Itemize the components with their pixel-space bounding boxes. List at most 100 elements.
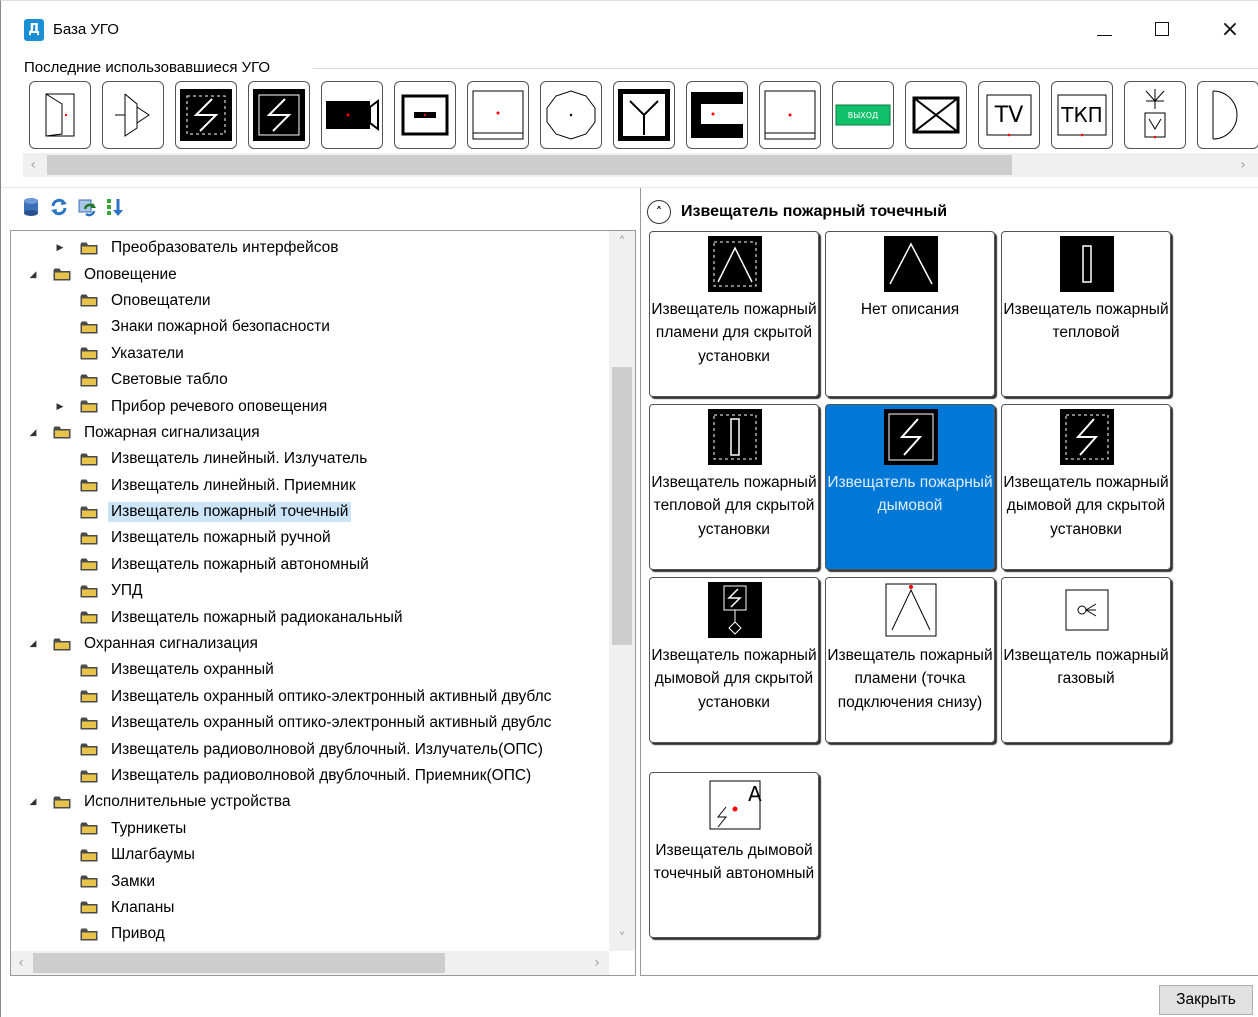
recent-horizontal-scrollbar[interactable]: ‹ ›: [23, 153, 1258, 177]
scroll-left-icon[interactable]: ‹: [23, 153, 43, 177]
symbol-tile[interactable]: Извещатель пожарный тепловой: [1001, 231, 1171, 397]
tree-scroll-right-icon[interactable]: ›: [587, 951, 607, 975]
recent-scroll-thumb[interactable]: [47, 155, 1012, 175]
minimize-button[interactable]: [1081, 11, 1127, 47]
folder-icon: [53, 796, 71, 809]
recent-circle-symbol[interactable]: [540, 81, 602, 149]
tree-item[interactable]: Турникеты: [11, 816, 609, 842]
collapse-icon[interactable]: ◢: [27, 428, 39, 438]
tree-item-selected[interactable]: Извещатель пожарный точечный: [11, 499, 609, 525]
symbol-tile[interactable]: Извещатель пожарный дымовой для скрытой …: [649, 577, 819, 743]
symbol-tile[interactable]: Извещатель пожарный дымовой для скрытой …: [1001, 404, 1171, 570]
tree-item-label: Световые табло: [111, 371, 228, 389]
symbol-tile[interactable]: Нет описания: [825, 231, 995, 397]
tree-item[interactable]: ▶ Прибор речевого оповещения: [11, 393, 609, 419]
tree-item[interactable]: УПД: [11, 578, 609, 604]
folder-icon: [80, 374, 98, 387]
gallery-group-header[interactable]: ˄ Извещатель пожарный точечный: [647, 200, 947, 224]
recent-door-arrow-symbol[interactable]: [102, 81, 164, 149]
tree-item[interactable]: Извещатель охранный оптико-электронный а…: [11, 684, 609, 710]
collapse-icon[interactable]: ◢: [27, 797, 39, 807]
recent-black-bar-symbol[interactable]: [394, 81, 456, 149]
scroll-right-icon[interactable]: ›: [1233, 153, 1253, 177]
tree-item[interactable]: Извещатель пожарный автономный: [11, 552, 609, 578]
symbol-tile[interactable]: Извещатель пожарный тепловой для скрытой…: [649, 404, 819, 570]
app-icon: Д: [24, 19, 44, 41]
tree-item[interactable]: Извещатель радиоволновой двублочный. Изл…: [11, 736, 609, 762]
recent-black-bracket-symbol[interactable]: [686, 81, 748, 149]
close-button[interactable]: Закрыть: [1159, 985, 1253, 1015]
tree-item[interactable]: Извещатель охранный оптико-электронный а…: [11, 710, 609, 736]
recent-dot-box-symbol[interactable]: [467, 81, 529, 149]
tree-item[interactable]: Замки: [11, 868, 609, 894]
tree-item[interactable]: Шлагбаумы: [11, 842, 609, 868]
symbol-tile[interactable]: Извещатель пожарный пламени для скрытой …: [649, 231, 819, 397]
symbol-tile-label: Извещатель пожарный тепловой для скрытой…: [651, 474, 817, 538]
recent-tv-symbol[interactable]: TV: [978, 81, 1040, 149]
recent-smoke-hidden-symbol[interactable]: [175, 81, 237, 149]
tree-item[interactable]: Указатели: [11, 341, 609, 367]
recent-camera-symbol[interactable]: [321, 81, 383, 149]
scroll-up-icon[interactable]: ˄: [612, 231, 632, 255]
tree-item[interactable]: Извещатель охранный: [11, 657, 609, 683]
tree-item[interactable]: ◢ Оповещение: [11, 261, 609, 287]
folder-icon: [80, 849, 98, 862]
tree-item[interactable]: Световые табло: [11, 367, 609, 393]
tree-hscroll-thumb[interactable]: [33, 953, 445, 973]
tree-vertical-scrollbar[interactable]: ˄ ˅: [609, 231, 635, 951]
tree-item-label: Шлагбаумы: [111, 846, 195, 864]
tree-vscroll-thumb[interactable]: [612, 367, 632, 645]
sync-icon[interactable]: [77, 197, 97, 217]
tree-item[interactable]: Извещатель пожарный радиоканальный: [11, 604, 609, 630]
tree-item-label: Замки: [111, 872, 156, 890]
recent-fork-symbol[interactable]: [613, 81, 675, 149]
collapse-icon[interactable]: ◢: [27, 270, 39, 280]
tree-horizontal-scrollbar[interactable]: ‹ ›: [11, 951, 609, 975]
collapse-icon[interactable]: ◢: [27, 639, 39, 649]
recent-half-circle-symbol[interactable]: [1197, 81, 1258, 149]
recent-exit-sign-symbol[interactable]: ВЫХОД: [832, 81, 894, 149]
tree-item[interactable]: Знаки пожарной безопасности: [11, 314, 609, 340]
tree-item[interactable]: Клапаны: [11, 895, 609, 921]
tree-rows: ▶ Преобразователь интерфейсов ◢ Оповещение О…: [11, 235, 609, 948]
window-title: База УГО: [53, 21, 119, 38]
tree-item[interactable]: Извещатель радиоволновой двублочный. При…: [11, 763, 609, 789]
tree-item[interactable]: ◢ Охранная сигнализация: [11, 631, 609, 657]
symbol-tile[interactable]: A Извещатель дымовой точечный автономный: [649, 772, 819, 938]
recent-door-symbol[interactable]: [29, 81, 91, 149]
maximize-button[interactable]: [1139, 11, 1185, 47]
svg-text:ТКП: ТКП: [1060, 103, 1102, 127]
tree-item[interactable]: Извещатель линейный. Приемник: [11, 473, 609, 499]
tree-item[interactable]: ◢ Исполнительные устройства: [11, 789, 609, 815]
tree-item[interactable]: Оповещатели: [11, 288, 609, 314]
chevron-up-icon[interactable]: ˄: [647, 200, 671, 224]
tree-item[interactable]: Извещатель линейный. Излучатель: [11, 446, 609, 472]
expand-icon[interactable]: ▶: [54, 243, 66, 253]
recent-smoke-symbol[interactable]: [248, 81, 310, 149]
tree-scroll-left-icon[interactable]: ‹: [11, 951, 31, 975]
expand-icon[interactable]: ▶: [54, 402, 66, 412]
tree-item[interactable]: Привод: [11, 921, 609, 947]
folder-icon: [80, 400, 98, 413]
tree-item[interactable]: ◢ Пожарная сигнализация: [11, 420, 609, 446]
recent-antenna-symbol[interactable]: [1124, 81, 1186, 149]
scroll-down-icon[interactable]: ˅: [612, 927, 632, 951]
tree-item[interactable]: ▶ Преобразователь интерфейсов: [11, 235, 609, 261]
folder-icon: [80, 532, 98, 545]
tree-item[interactable]: Извещатель пожарный ручной: [11, 525, 609, 551]
refresh-icon[interactable]: [49, 197, 69, 217]
database-icon[interactable]: [21, 197, 41, 217]
folder-icon: [80, 743, 98, 756]
close-window-button[interactable]: ×: [1207, 11, 1253, 47]
symbol-tile-selected[interactable]: Извещатель пожарный дымовой: [825, 404, 995, 570]
maximize-icon: [1155, 22, 1169, 36]
symbol-tile[interactable]: Извещатель пожарный газовый: [1001, 577, 1171, 743]
recent-tkp-symbol[interactable]: ТКП: [1051, 81, 1113, 149]
smoke-autonomous-symbol: A: [709, 780, 762, 830]
recent-dot-box-symbol-2[interactable]: [759, 81, 821, 149]
sort-icon[interactable]: [105, 197, 125, 217]
tree-item-label: Охранная сигнализация: [84, 635, 258, 653]
symbol-tile-label: Извещатель пожарный пламени для скрытой …: [651, 301, 817, 365]
symbol-tile[interactable]: Извещатель пожарный пламени (точка подкл…: [825, 577, 995, 743]
recent-envelope-symbol[interactable]: [905, 81, 967, 149]
